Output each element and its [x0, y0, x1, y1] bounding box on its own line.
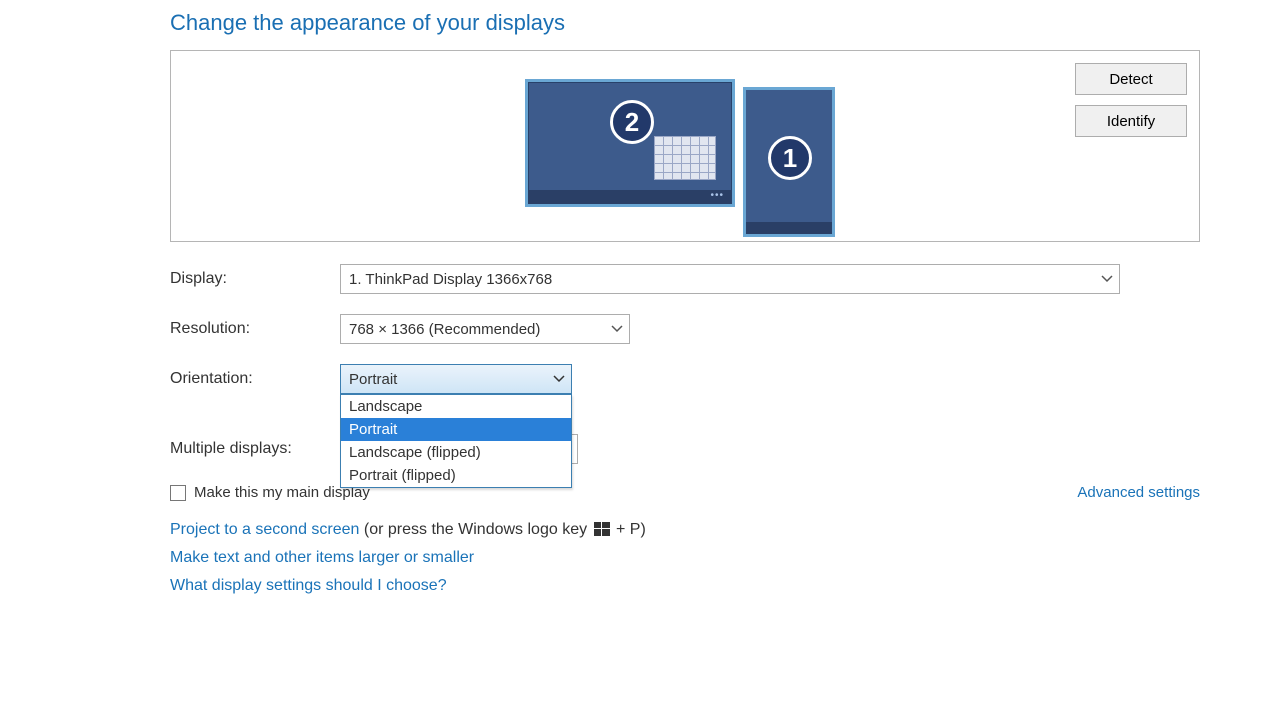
- chevron-down-icon: [604, 323, 623, 335]
- monitor-number-badge: 2: [610, 100, 654, 144]
- project-hint-text-a: (or press the Windows logo key: [359, 521, 591, 538]
- advanced-settings-link[interactable]: Advanced settings: [1077, 484, 1200, 501]
- checkbox-box-icon: [170, 485, 186, 501]
- chevron-down-icon: [1094, 273, 1113, 285]
- monitor-taskbar: [528, 190, 732, 204]
- orientation-option[interactable]: Landscape: [341, 395, 571, 418]
- orientation-label: Orientation:: [170, 370, 340, 388]
- display-select-value: 1. ThinkPad Display 1366x768: [349, 271, 552, 288]
- chevron-down-icon: [546, 373, 565, 385]
- monitor-taskbar: [746, 222, 832, 234]
- monitor-1[interactable]: 1: [743, 87, 835, 237]
- display-select[interactable]: 1. ThinkPad Display 1366x768: [340, 264, 1120, 294]
- project-hint-text-b: + P): [612, 521, 646, 538]
- identify-button[interactable]: Identify: [1075, 105, 1187, 137]
- resolution-select[interactable]: 768 × 1366 (Recommended): [340, 314, 630, 344]
- monitor-number-badge: 1: [768, 136, 812, 180]
- text-size-link[interactable]: Make text and other items larger or smal…: [170, 549, 474, 566]
- calendar-grid-icon: [654, 136, 716, 180]
- resolution-select-value: 768 × 1366 (Recommended): [349, 321, 540, 338]
- tray-dots-icon: •••: [710, 190, 724, 201]
- page-title: Change the appearance of your displays: [170, 10, 1200, 36]
- project-second-screen-link[interactable]: Project to a second screen: [170, 521, 359, 538]
- display-label: Display:: [170, 270, 340, 288]
- multiple-displays-label: Multiple displays:: [170, 440, 340, 458]
- orientation-dropdown[interactable]: LandscapePortraitLandscape (flipped)Port…: [340, 394, 572, 488]
- orientation-option[interactable]: Portrait: [341, 418, 571, 441]
- display-arrangement-area[interactable]: 2 ••• 1 Detect Identify: [170, 50, 1200, 242]
- detect-button[interactable]: Detect: [1075, 63, 1187, 95]
- resolution-label: Resolution:: [170, 320, 340, 338]
- orientation-select[interactable]: Portrait: [340, 364, 572, 394]
- display-help-link[interactable]: What display settings should I choose?: [170, 577, 447, 594]
- orientation-option[interactable]: Portrait (flipped): [341, 464, 571, 487]
- orientation-option[interactable]: Landscape (flipped): [341, 441, 571, 464]
- monitor-2[interactable]: 2 •••: [525, 79, 735, 207]
- orientation-select-value: Portrait: [349, 371, 397, 388]
- windows-logo-icon: [594, 522, 610, 536]
